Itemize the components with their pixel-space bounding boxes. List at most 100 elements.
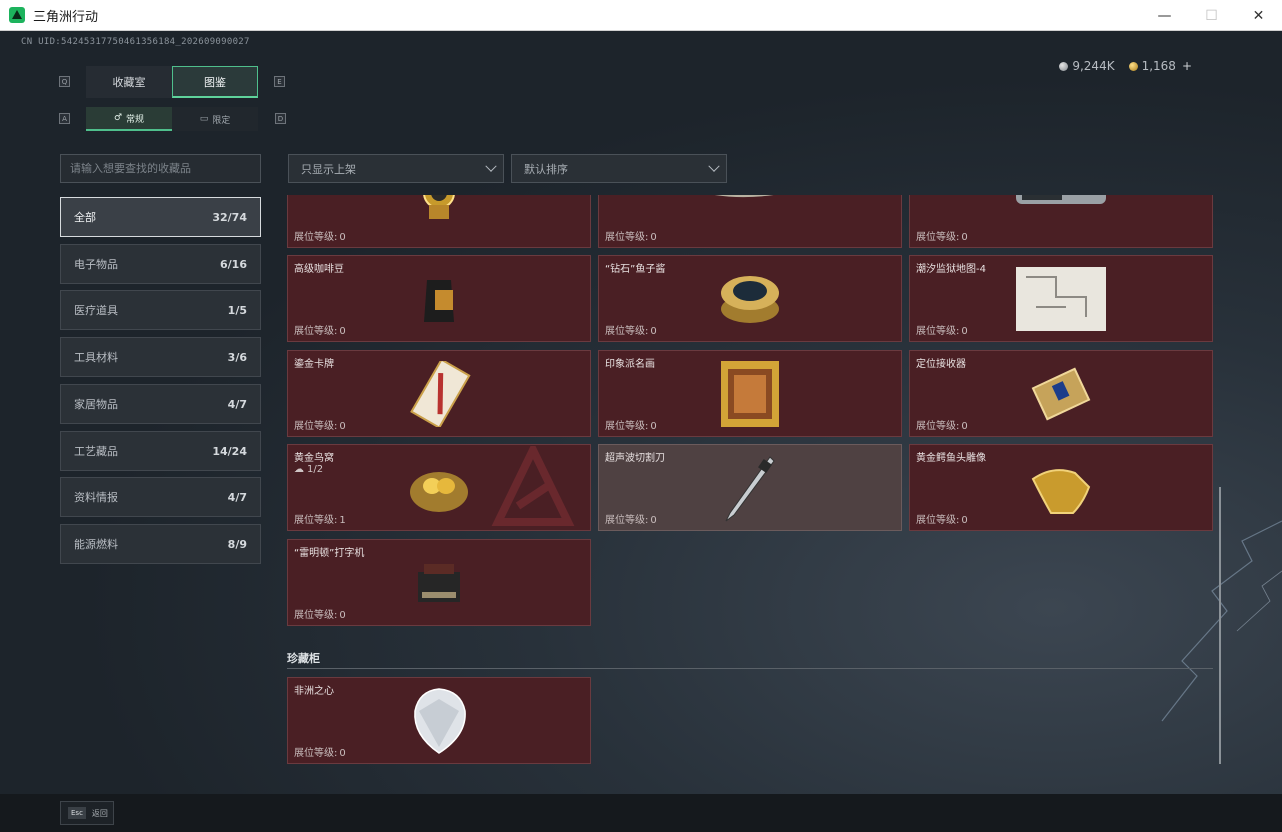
subtab-limited-label: 限定	[212, 115, 231, 126]
category-electronics[interactable]: 电子物品 6/16	[60, 244, 261, 284]
limited-icon: ▭	[199, 114, 209, 124]
collection-card[interactable]: 潮汐监狱地图-4 展位等级: 0	[909, 255, 1213, 342]
category-count: 6/16	[220, 257, 247, 271]
tab-collection-room[interactable]: 收藏室	[86, 66, 172, 98]
item-name: 黄金鸟窝	[294, 453, 334, 464]
collection-grid: 展位等级: 0 展位等级: 0 展位等级: 0 高级咖啡豆 展位等级: 0 “钻…	[287, 195, 1217, 765]
category-label: 工具材料	[74, 351, 118, 364]
collection-card[interactable]: 印象派名画 展位等级: 0	[598, 350, 902, 437]
booth-level: 展位等级: 0	[916, 421, 968, 432]
collection-card[interactable]: 超声波切割刀 展位等级: 0	[598, 444, 902, 531]
collection-card[interactable]: “钻石”鱼子酱 展位等级: 0	[598, 255, 902, 342]
currency-bar: 9,244K 1,168 +	[1059, 59, 1192, 73]
player-uid: CN UID:54245317750461356184_202609090027	[21, 37, 250, 47]
stack-icon: ☁	[294, 464, 304, 475]
chevron-down-icon	[485, 160, 497, 172]
map-icon	[1016, 266, 1106, 331]
collection-card[interactable]: 黄金鸟窝 ☁ 1/2 展位等级: 1	[287, 444, 591, 531]
golden-nest-icon	[410, 471, 468, 512]
category-label: 资料情报	[74, 491, 118, 504]
grid-scrollbar[interactable]	[1219, 487, 1221, 764]
collection-card[interactable]: 定位接收器 展位等级: 0	[909, 350, 1213, 437]
booth-level: 展位等级: 0	[605, 515, 657, 526]
tab-prev-key: Q	[59, 76, 70, 87]
search-input[interactable]	[60, 154, 261, 183]
maximize-button[interactable]: ☐	[1188, 0, 1235, 31]
booth-level: 展位等级: 0	[294, 326, 346, 337]
category-label: 电子物品	[74, 258, 118, 271]
item-name: “雷明顿”打字机	[294, 548, 365, 559]
currency-silver: 9,244K	[1059, 59, 1115, 73]
subtab-limited[interactable]: ▭ 限定	[172, 107, 258, 131]
sort-dropdown[interactable]: 默认排序	[511, 154, 727, 183]
bottom-bar: Esc 返回	[0, 794, 1282, 832]
minimize-button[interactable]: —	[1141, 0, 1188, 31]
delta-force-app-icon	[9, 7, 25, 23]
shelf-filter-dropdown[interactable]: 只显示上架	[288, 154, 504, 183]
category-household[interactable]: 家居物品 4/7	[60, 384, 261, 424]
booth-level: 展位等级: 0	[605, 232, 657, 243]
category-count: 4/7	[227, 490, 247, 504]
sort-value: 默认排序	[524, 162, 568, 176]
painting-icon	[721, 360, 779, 427]
category-label: 能源燃料	[74, 538, 118, 551]
window-title: 三角洲行动	[33, 9, 99, 25]
subtab-regular[interactable]: ♂ 常规	[86, 107, 172, 131]
category-crafts[interactable]: 工艺藏品 14/24	[60, 431, 261, 471]
collection-card[interactable]: 高级咖啡豆 展位等级: 0	[287, 255, 591, 342]
section-divider	[287, 668, 1213, 669]
silver-coin-icon	[1059, 61, 1069, 71]
category-intel[interactable]: 资料情报 4/7	[60, 477, 261, 517]
item-progress: ☁ 1/2	[294, 464, 323, 475]
add-currency-button[interactable]: +	[1182, 59, 1192, 73]
category-tools[interactable]: 工具材料 3/6	[60, 337, 261, 377]
subtab-regular-label: 常规	[126, 114, 145, 125]
booth-level: 展位等级: 0	[916, 232, 968, 243]
window-controls: — ☐ ✕	[1141, 0, 1282, 31]
booth-level: 展位等级: 0	[294, 610, 346, 621]
category-count: 1/5	[227, 303, 247, 317]
item-name: 定位接收器	[916, 359, 966, 370]
horn-icon	[716, 195, 772, 197]
item-name: 黄金鳄鱼头雕像	[916, 453, 986, 464]
category-count: 3/6	[227, 350, 247, 364]
collection-card[interactable]: 鎏金卡牌 展位等级: 0	[287, 350, 591, 437]
category-count: 32/74	[212, 210, 247, 224]
item-name: 鎏金卡牌	[294, 359, 334, 370]
coffee-bag-icon	[424, 279, 454, 322]
category-count: 4/7	[227, 397, 247, 411]
booth-level: 展位等级: 0	[916, 515, 968, 526]
booth-level: 展位等级: 0	[294, 748, 346, 759]
subtab-next-key: D	[275, 113, 286, 124]
back-button[interactable]: Esc 返回	[60, 801, 114, 825]
collection-card[interactable]: “雷明顿”打字机 展位等级: 0	[287, 539, 591, 626]
collection-card[interactable]: 展位等级: 0	[598, 195, 902, 248]
collection-card[interactable]: 展位等级: 0	[909, 195, 1213, 248]
booth-level: 展位等级: 1	[294, 515, 346, 526]
booth-level: 展位等级: 0	[294, 232, 346, 243]
item-name: “钻石”鱼子酱	[605, 264, 666, 275]
esc-key-badge: Esc	[68, 807, 86, 819]
item-progress-value: 1/2	[307, 464, 324, 475]
collection-card[interactable]: 展位等级: 0	[287, 195, 591, 248]
category-count: 14/24	[212, 444, 247, 458]
shelf-filter-value: 只显示上架	[301, 162, 356, 176]
receiver-icon	[1031, 367, 1091, 420]
booth-level: 展位等级: 0	[916, 326, 968, 337]
collection-card[interactable]: 黄金鳄鱼头雕像 展位等级: 0	[909, 444, 1213, 531]
category-fuel[interactable]: 能源燃料 8/9	[60, 524, 261, 564]
diamond-icon	[414, 687, 466, 754]
subtab-prev-key: A	[59, 113, 70, 124]
category-label: 家居物品	[74, 398, 118, 411]
category-all[interactable]: 全部 32/74	[60, 197, 261, 237]
showcase-section-title: 珍藏柜	[287, 652, 320, 665]
close-button[interactable]: ✕	[1235, 0, 1282, 31]
category-label: 全部	[74, 211, 96, 224]
back-label: 返回	[91, 808, 108, 818]
tab-catalog[interactable]: 图鉴	[172, 66, 258, 98]
category-medical[interactable]: 医疗道具 1/5	[60, 290, 261, 330]
gold-coin-icon	[1128, 61, 1138, 71]
collection-card[interactable]: 非洲之心 展位等级: 0	[287, 677, 591, 764]
booth-level: 展位等级: 0	[605, 421, 657, 432]
regular-icon: ♂	[113, 113, 123, 123]
